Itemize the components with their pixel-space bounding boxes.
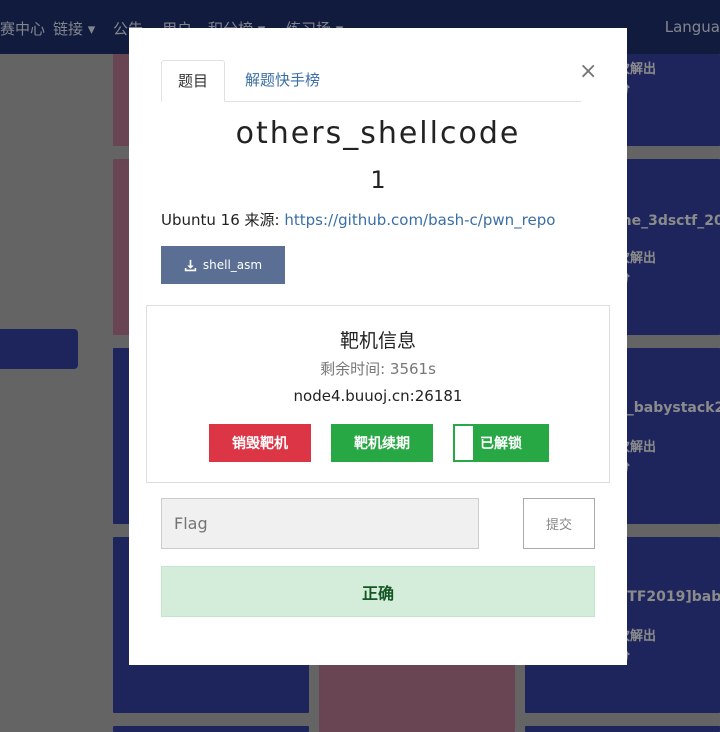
challenge-modal: 题目 解题快手榜 × others_shellcode 1 Ubuntu 16 …: [129, 28, 627, 665]
tab-challenge[interactable]: 题目: [161, 60, 226, 102]
challenge-points: 1: [370, 166, 386, 194]
modal-tabs: 题目 解题快手榜: [161, 60, 581, 102]
remaining-time: 剩余时间: 3561s: [320, 360, 436, 378]
challenge-description: Ubuntu 16 来源: https://github.com/bash-c/…: [161, 209, 555, 230]
result-alert: 正确: [161, 566, 595, 617]
source-link[interactable]: https://github.com/bash-c/pwn_repo: [284, 211, 555, 229]
renew-target-button[interactable]: 靶机续期: [331, 424, 433, 462]
destroy-target-button[interactable]: 销毁靶机: [209, 424, 311, 462]
unlocked-button[interactable]: 已解锁: [453, 424, 549, 462]
toggle-knob: [455, 426, 473, 460]
flag-input[interactable]: [161, 498, 479, 549]
close-icon[interactable]: ×: [579, 60, 597, 84]
download-label: shell_asm: [202, 258, 263, 272]
tab-solves-leaderboard[interactable]: 解题快手榜: [229, 60, 336, 100]
description-text: Ubuntu 16 来源:: [161, 211, 280, 229]
download-button[interactable]: shell_asm: [161, 246, 285, 284]
submit-button[interactable]: 提交: [523, 498, 595, 549]
target-info-title: 靶机信息: [339, 330, 416, 352]
challenge-title: others_shellcode: [235, 116, 521, 151]
unlocked-label: 已解锁: [480, 436, 522, 452]
target-host: node4.buuoj.cn:26181: [293, 387, 463, 405]
target-info-panel: 靶机信息 剩余时间: 3561s node4.buuoj.cn:26181 销毁…: [146, 305, 610, 483]
download-icon: [184, 259, 197, 271]
